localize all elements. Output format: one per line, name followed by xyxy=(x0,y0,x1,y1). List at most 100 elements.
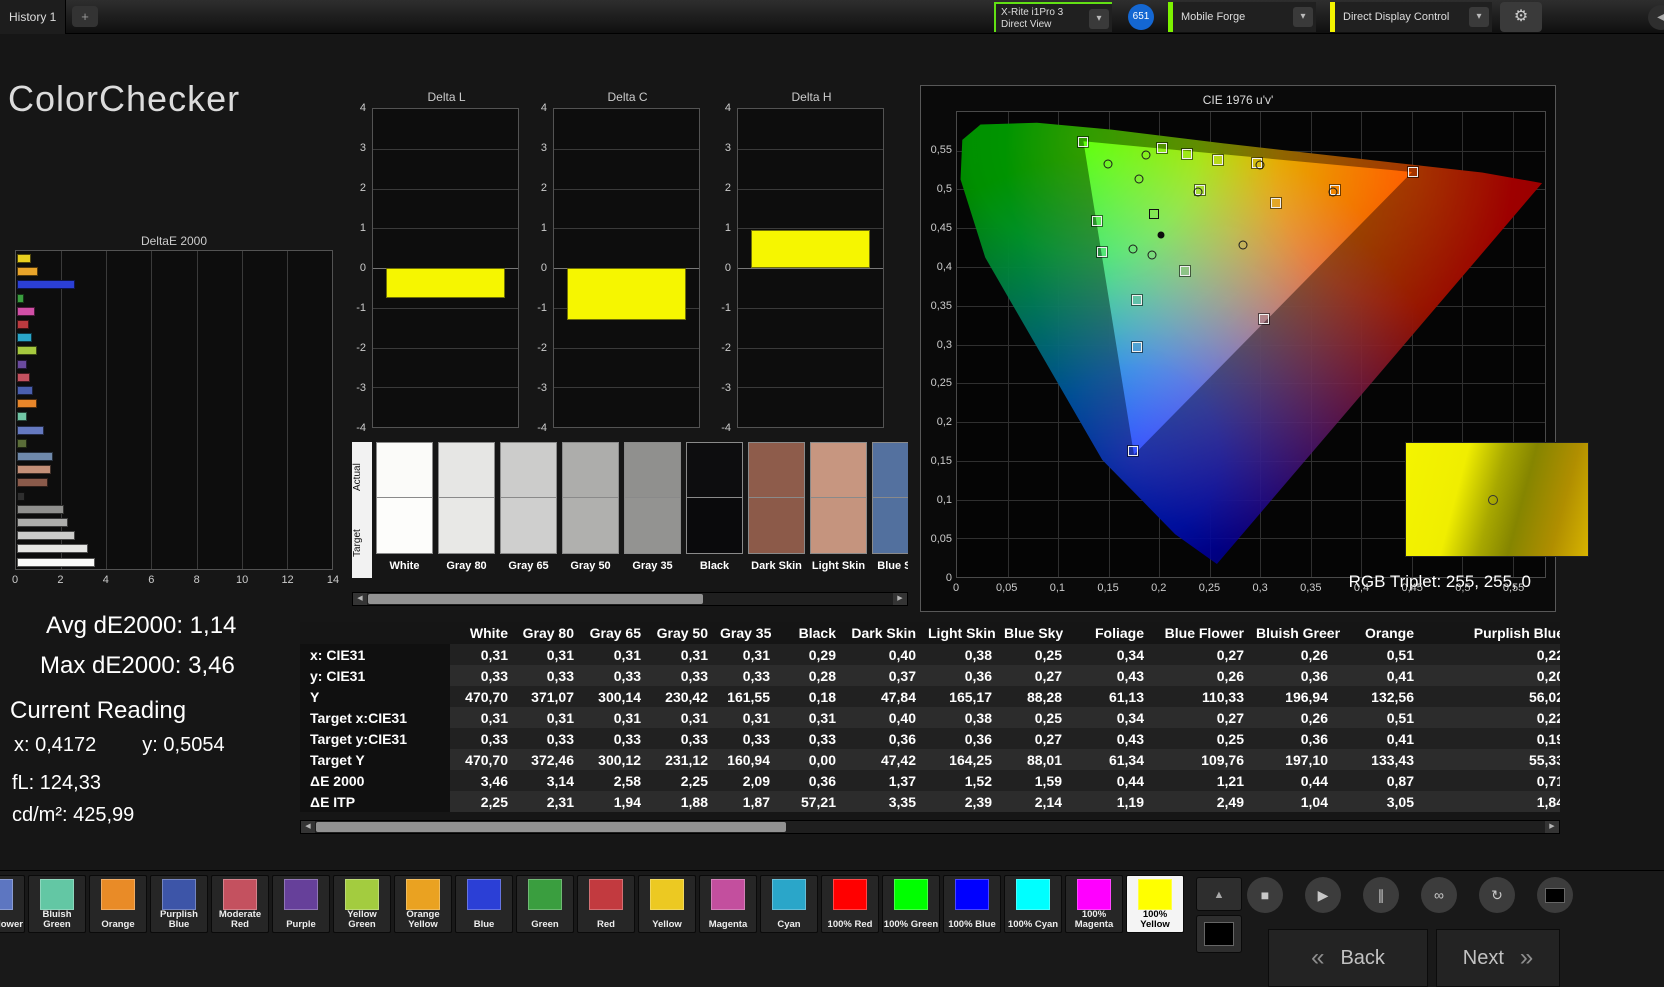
patch-100-cyan[interactable]: 100% Cyan xyxy=(1004,875,1062,933)
patch-blue[interactable]: Blue xyxy=(455,875,513,933)
chevron-down-icon[interactable]: ▾ xyxy=(1293,7,1313,27)
axis-tick-label: 4 xyxy=(540,102,547,114)
patch-label: Orange Yellow xyxy=(406,909,440,930)
patch-yellow[interactable]: Yellow xyxy=(638,875,696,933)
color-chip xyxy=(833,879,867,910)
patch-bluish-green[interactable]: Bluish Green xyxy=(28,875,86,933)
back-button[interactable]: « Back xyxy=(1268,929,1428,987)
scroll-right-icon[interactable]: ▶ xyxy=(893,593,907,605)
table-cell: 0,22 xyxy=(1426,644,1560,665)
chevron-down-icon[interactable]: ▾ xyxy=(1469,7,1489,27)
scrollbar-thumb[interactable] xyxy=(316,822,786,832)
axis-tick-label: 0,35 xyxy=(1300,582,1322,594)
patch-orange-yellow[interactable]: Orange Yellow xyxy=(394,875,452,933)
patch-moderate-red[interactable]: Moderate Red xyxy=(211,875,269,933)
axis-tick-label: 0 xyxy=(540,262,547,274)
bottom-toolbar: Blue Flower Bluish Green Orange Purplish Bl… xyxy=(0,870,1664,987)
source-dropdown[interactable]: Mobile Forge ▾ xyxy=(1168,2,1316,32)
refresh-button[interactable]: ↻ xyxy=(1479,877,1515,913)
bar-orange-yellow xyxy=(17,267,39,277)
table-cell: 1,37 xyxy=(848,770,928,791)
axis-tick-label: 6 xyxy=(148,574,155,586)
target-point xyxy=(1271,197,1282,208)
table-cell: 0,36 xyxy=(1256,728,1340,749)
play-button[interactable]: ▶ xyxy=(1305,877,1341,913)
table-cell: 0,33 xyxy=(653,728,720,749)
swatch-actual xyxy=(748,442,805,498)
bar-blue-sky xyxy=(17,452,53,461)
cie-y-axis: 0 0,05 0,1 0,15 0,2 0,25 0,3 0,35 0,4 0,45 0,5 0,55 xyxy=(923,111,954,584)
row-label: ΔE 2000 xyxy=(300,770,450,791)
bar-yellow-green xyxy=(17,346,37,356)
scrollbar-thumb[interactable] xyxy=(368,594,703,604)
col-header: Orange xyxy=(1340,622,1426,644)
color-chip xyxy=(101,879,135,910)
target-point xyxy=(1259,313,1270,324)
axis-tick-label: 1 xyxy=(359,222,366,234)
patch-100-magenta[interactable]: 100% Magenta xyxy=(1065,875,1123,933)
chevron-down-icon[interactable]: ▾ xyxy=(1089,9,1109,29)
table-cell: 47,84 xyxy=(848,686,928,707)
patch-100-yellow[interactable]: 100% Yellow xyxy=(1126,875,1184,933)
swatch-white: White xyxy=(376,442,433,592)
swatch-scrollbar[interactable]: ◀ ▶ xyxy=(352,592,908,606)
display-preview-button[interactable] xyxy=(1196,915,1242,953)
swatch-actual xyxy=(872,442,908,498)
bar-gray-65 xyxy=(17,531,76,541)
patch-100-red[interactable]: 100% Red xyxy=(821,875,879,933)
chevron-up-button[interactable]: ▲ xyxy=(1196,877,1242,911)
reading-x: x: 0,4172 xyxy=(14,734,97,756)
patch-yellow-green[interactable]: Yellow Green xyxy=(333,875,391,933)
settings-gear-button[interactable]: ⚙ xyxy=(1500,2,1542,32)
scroll-right-icon[interactable]: ▶ xyxy=(1545,821,1559,833)
swatch-label: Gray 50 xyxy=(570,560,611,572)
patch-label: Blue xyxy=(473,919,495,930)
gridline xyxy=(373,228,518,230)
reading-fl: fL: 124,33 xyxy=(12,772,101,794)
patch-purple[interactable]: Purple xyxy=(272,875,330,933)
table-cell: 0,33 xyxy=(586,728,653,749)
gridline xyxy=(738,268,883,269)
pause-button[interactable]: ∥ xyxy=(1363,877,1399,913)
delta-c-plot xyxy=(553,108,700,428)
patch-100-blue[interactable]: 100% Blue xyxy=(943,875,1001,933)
axis-tick-label: -2 xyxy=(537,342,547,354)
patch-green[interactable]: Green xyxy=(516,875,574,933)
patch-purplish-blue[interactable]: Purplish Blue xyxy=(150,875,208,933)
source-status-bar xyxy=(1168,2,1173,32)
axis-tick-label: 0,5 xyxy=(936,182,952,195)
swatch-target xyxy=(624,498,681,554)
bar-gray-50 xyxy=(17,518,68,527)
collapse-arrow-button[interactable]: ◀ xyxy=(1648,5,1664,30)
meter-dropdown[interactable]: X-Rite i1Pro 3 Direct View ▾ xyxy=(994,2,1112,32)
col-header: Black xyxy=(782,622,848,644)
add-tab-button[interactable]: + xyxy=(72,6,98,27)
col-header: White xyxy=(450,622,520,644)
patch-red[interactable]: Red xyxy=(577,875,635,933)
patch-100-green[interactable]: 100% Green xyxy=(882,875,940,933)
target-point xyxy=(1157,143,1168,154)
loop-button[interactable]: ∞ xyxy=(1421,877,1457,913)
next-button[interactable]: Next » xyxy=(1436,929,1560,987)
monitor-button[interactable] xyxy=(1537,877,1573,913)
tab-history-1[interactable]: History 1 xyxy=(0,0,66,34)
table-cell: 161,55 xyxy=(720,686,782,707)
row-label: Y xyxy=(300,686,450,707)
patch-magenta[interactable]: Magenta xyxy=(699,875,757,933)
table-cell: 1,04 xyxy=(1256,791,1340,812)
axis-tick-label: -3 xyxy=(356,382,366,394)
table-cell: 0,27 xyxy=(1004,665,1074,686)
gridline xyxy=(241,251,243,569)
scroll-left-icon[interactable]: ◀ xyxy=(353,593,367,605)
display-control-dropdown[interactable]: Direct Display Control ▾ xyxy=(1330,2,1492,32)
table-scrollbar[interactable]: ◀ ▶ xyxy=(300,820,1560,834)
patch-cyan[interactable]: Cyan xyxy=(760,875,818,933)
axis-tick-label: 3 xyxy=(724,142,731,154)
patch-blue-flower[interactable]: Blue Flower xyxy=(0,875,25,933)
patch-label: Yellow Green xyxy=(347,909,377,930)
gridline xyxy=(738,387,883,389)
scroll-left-icon[interactable]: ◀ xyxy=(301,821,315,833)
table-header: White Gray 80 Gray 65 Gray 50 Gray 35 Black Da… xyxy=(300,622,1560,644)
patch-orange[interactable]: Orange xyxy=(89,875,147,933)
stop-button[interactable]: ■ xyxy=(1247,877,1283,913)
